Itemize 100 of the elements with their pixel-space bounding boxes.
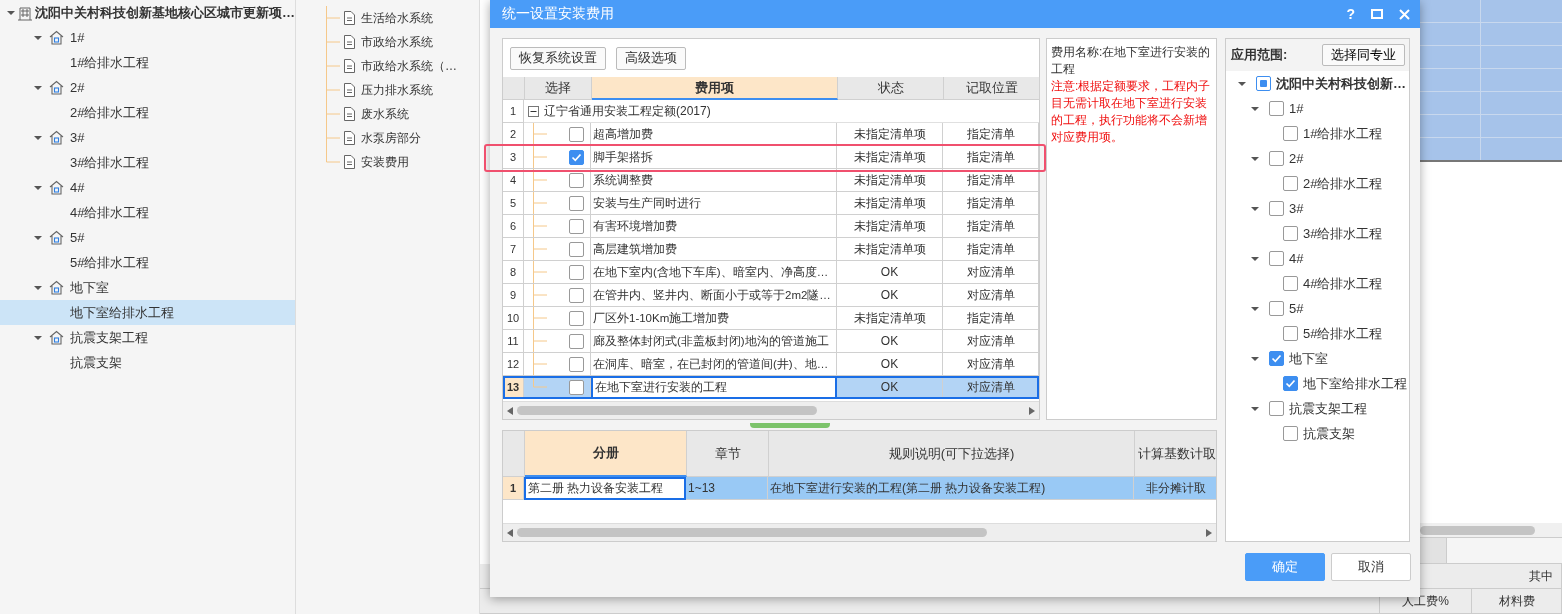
checkbox[interactable] (1283, 226, 1298, 241)
column-header[interactable]: 计算基数计取 (1135, 431, 1216, 477)
tree-item[interactable]: 1#给排水工程 (0, 50, 295, 75)
scroll-left-icon[interactable] (507, 528, 513, 537)
system-item[interactable]: 水泵房部分 (361, 129, 421, 147)
caret-icon[interactable] (1251, 354, 1259, 363)
column-header[interactable]: 状态 (838, 77, 944, 100)
system-item[interactable]: 市政给水系统 (361, 33, 433, 51)
tree-item[interactable]: 5#给排水工程 (0, 250, 295, 275)
fee-row[interactable]: 10 厂区外1-10Km施工增加费 未指定清单项 指定清单 (503, 307, 1039, 330)
toolbar-button[interactable]: 高级选项 (616, 46, 686, 70)
scope-item[interactable]: 4# (1289, 251, 1304, 266)
caret-icon[interactable] (1251, 404, 1259, 413)
checkbox[interactable] (1283, 276, 1298, 291)
checkbox[interactable] (569, 287, 584, 303)
system-item[interactable]: 压力排水系统 (361, 81, 433, 99)
caret-icon[interactable] (1251, 154, 1259, 163)
column-header[interactable]: 记取位置 (944, 77, 1040, 100)
checkbox[interactable] (1283, 326, 1298, 341)
fee-row[interactable]: 13 在地下室进行安装的工程 OK 对应清单 (503, 376, 1039, 399)
scope-item[interactable]: 3# (1289, 201, 1304, 216)
column-header[interactable]: 章节 (687, 431, 769, 477)
checkbox[interactable] (1269, 401, 1284, 416)
scope-item[interactable]: 5#给排水工程 (1303, 324, 1383, 343)
scope-item[interactable]: 3#给排水工程 (1303, 224, 1383, 243)
tree-item[interactable]: 3# (0, 125, 295, 150)
fee-row[interactable]: 6 有害环境增加费 未指定清单项 指定清单 (503, 215, 1039, 238)
system-item[interactable]: 市政给水系统（… (361, 57, 457, 75)
tree-item[interactable]: 1# (0, 25, 295, 50)
system-item[interactable]: 生活给水系统 (361, 9, 433, 27)
splitter-handle[interactable] (749, 423, 830, 428)
fee-row[interactable]: 11 廊及整体封闭式(非盖板封闭)地沟的管道施工 OK 对应清单 (503, 330, 1039, 353)
checkbox[interactable] (569, 149, 584, 165)
caret-icon[interactable] (34, 183, 42, 192)
system-item[interactable]: 安装费用 (361, 153, 409, 171)
checkbox[interactable] (569, 264, 584, 280)
column-header[interactable]: 分册 (525, 431, 687, 477)
tree-item[interactable]: 5# (0, 225, 295, 250)
tree-item[interactable]: 3#给排水工程 (0, 150, 295, 175)
checkbox[interactable] (1283, 376, 1298, 391)
checkbox[interactable] (1256, 76, 1271, 91)
checkbox[interactable] (1269, 151, 1284, 166)
fee-row[interactable]: 12 在洞库、暗室，在已封闭的管道间(井)、地… OK 对应清单 (503, 353, 1039, 376)
collapse-icon[interactable] (528, 105, 539, 117)
fee-row[interactable]: 2 超高增加费 未指定清单项 指定清单 (503, 123, 1039, 146)
checkbox[interactable] (1269, 251, 1284, 266)
caret-icon[interactable] (34, 83, 42, 92)
fee-row[interactable]: 9 在管井内、竖井内、断面小于或等于2m2隧… OK 对应清单 (503, 284, 1039, 307)
checkbox[interactable] (1269, 301, 1284, 316)
fee-row[interactable]: 5 安装与生产同时进行 未指定清单项 指定清单 (503, 192, 1039, 215)
caret-icon[interactable] (34, 33, 42, 42)
checkbox[interactable] (1269, 101, 1284, 116)
checkbox[interactable] (1269, 201, 1284, 216)
scope-item[interactable]: 2#给排水工程 (1303, 174, 1383, 193)
scope-item[interactable]: 1# (1289, 101, 1304, 116)
tree-item[interactable]: 地下室 (0, 275, 295, 300)
checkbox[interactable] (1283, 126, 1298, 141)
fee-row[interactable]: 7 高层建筑增加费 未指定清单项 指定清单 (503, 238, 1039, 261)
maximize-icon[interactable] (1371, 9, 1383, 19)
tree-item[interactable]: 抗震支架工程 (0, 325, 295, 350)
scroll-right-icon[interactable] (1206, 528, 1212, 537)
tree-item[interactable]: 沈阳中关村科技创新基地核心区城市更新项… (0, 0, 295, 25)
caret-icon[interactable] (1251, 104, 1259, 113)
tree-item[interactable]: 抗震支架 (0, 350, 295, 375)
tree-item[interactable]: 2#给排水工程 (0, 100, 295, 125)
select-same-button[interactable]: 选择同专业 (1322, 44, 1405, 66)
caret-icon[interactable] (1251, 254, 1259, 263)
horizontal-scrollbar[interactable] (503, 523, 1216, 541)
checkbox[interactable] (569, 172, 584, 188)
checkbox[interactable] (569, 126, 584, 142)
scope-item[interactable]: 地下室 (1289, 349, 1328, 368)
caret-icon[interactable] (1251, 204, 1259, 213)
checkbox[interactable] (1269, 351, 1284, 366)
caret-icon[interactable] (34, 333, 42, 342)
checkbox[interactable] (569, 333, 584, 349)
caret-icon[interactable] (1251, 304, 1259, 313)
toolbar-button[interactable]: 恢复系统设置 (510, 46, 606, 70)
scroll-left-icon[interactable] (507, 406, 513, 415)
checkbox[interactable] (569, 218, 584, 234)
tree-item[interactable]: 地下室给排水工程 (0, 300, 295, 325)
scope-item[interactable]: 5# (1289, 301, 1304, 316)
scroll-right-icon[interactable] (1029, 406, 1035, 415)
column-header[interactable]: 选择 (525, 77, 592, 100)
tab[interactable] (1420, 538, 1447, 563)
scope-item[interactable]: 2# (1289, 151, 1304, 166)
caret-icon[interactable] (34, 233, 42, 242)
scope-item[interactable]: 1#给排水工程 (1303, 124, 1383, 143)
fee-row[interactable]: 8 在地下室内(含地下车库)、暗室内、净高度… OK 对应清单 (503, 261, 1039, 284)
tree-item[interactable]: 4# (0, 175, 295, 200)
caret-icon[interactable] (34, 283, 42, 292)
checkbox[interactable] (569, 379, 584, 395)
scope-item[interactable]: 地下室给排水工程 (1303, 374, 1407, 393)
fee-row[interactable]: 4 系统调整费 未指定清单项 指定清单 (503, 169, 1039, 192)
checkbox[interactable] (569, 195, 584, 211)
scope-item[interactable]: 抗震支架 (1303, 424, 1355, 443)
scope-item[interactable]: 沈阳中关村科技创新… (1276, 74, 1406, 93)
horizontal-scrollbar[interactable] (503, 401, 1039, 419)
caret-icon[interactable] (7, 8, 15, 17)
tree-item[interactable]: 2# (0, 75, 295, 100)
tree-item[interactable]: 4#给排水工程 (0, 200, 295, 225)
